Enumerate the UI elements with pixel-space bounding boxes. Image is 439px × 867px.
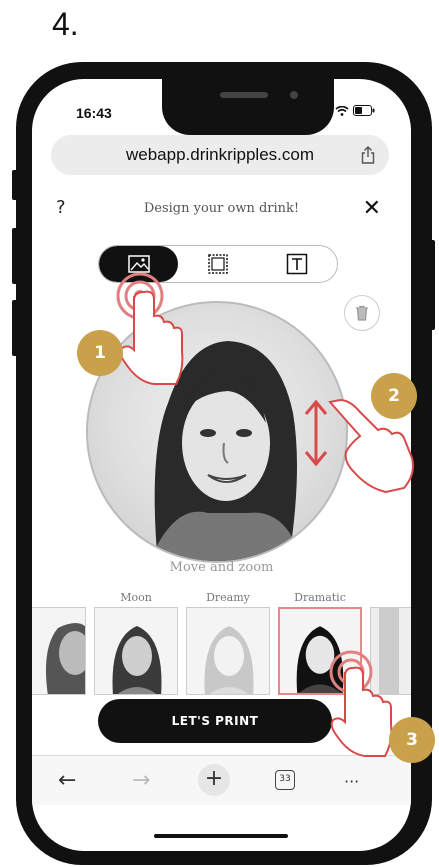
- phone-side-button: [12, 228, 18, 284]
- tab-text[interactable]: [258, 246, 337, 282]
- browser-toolbar: ← → + 33 ···: [32, 755, 411, 805]
- filter-label: Moon: [120, 591, 152, 604]
- close-button[interactable]: ✕: [363, 196, 381, 221]
- callout-badge-1: 1: [77, 330, 123, 376]
- phone-side-button: [12, 300, 18, 356]
- status-icons: [315, 105, 375, 116]
- filter-label: Dreamy: [206, 591, 250, 604]
- print-button[interactable]: LET'S PRINT: [98, 699, 332, 743]
- phone-side-button: [12, 170, 18, 200]
- filter-thumb-dreamy[interactable]: [186, 607, 270, 695]
- new-tab-button[interactable]: +: [198, 764, 230, 796]
- trash-icon: [356, 305, 368, 321]
- signal-icon: [315, 105, 330, 116]
- text-icon: [287, 253, 308, 275]
- frame-icon: [208, 254, 228, 274]
- more-button[interactable]: ···: [344, 772, 359, 791]
- wifi-icon: [335, 105, 349, 116]
- camera: [290, 91, 298, 99]
- url-text: webapp.drinkripples.com: [125, 145, 315, 164]
- callout-badge-3: 3: [389, 717, 435, 763]
- home-indicator: [154, 834, 288, 838]
- battery-icon: [353, 105, 375, 116]
- tab-frame[interactable]: [178, 246, 257, 282]
- step-number: 4.: [52, 6, 79, 42]
- back-button[interactable]: ←: [58, 768, 76, 793]
- tap-hand-icon: [116, 272, 184, 385]
- share-icon[interactable]: [361, 146, 375, 164]
- status-time: 16:43: [76, 105, 112, 121]
- tabs-button[interactable]: 33: [275, 770, 295, 790]
- filter-label: y: [32, 591, 54, 604]
- filter-thumb[interactable]: [32, 607, 86, 695]
- callout-badge-2: 2: [371, 373, 417, 419]
- delete-button[interactable]: [344, 295, 380, 331]
- speaker: [220, 92, 268, 98]
- forward-button[interactable]: →: [132, 768, 150, 793]
- filter-thumb-moon[interactable]: [94, 607, 178, 695]
- filter-label: Dramatic: [294, 591, 346, 604]
- canvas-hint: Move and zoom: [169, 560, 274, 575]
- url-bar[interactable]: webapp.drinkripples.com: [51, 135, 389, 175]
- phone-power-button: [430, 240, 435, 330]
- notch: [162, 79, 334, 135]
- page-title: Design your own drink!: [143, 201, 300, 216]
